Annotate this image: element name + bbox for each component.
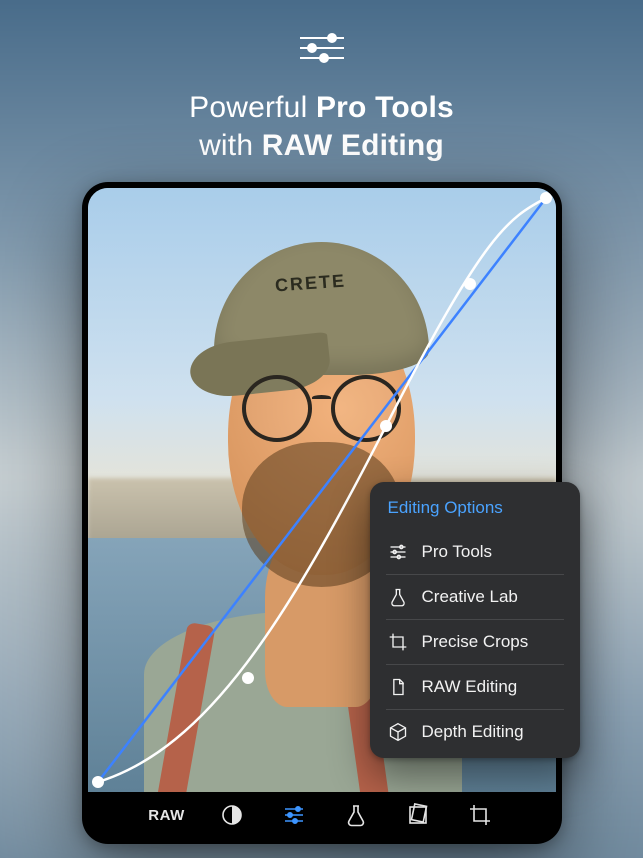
option-precise-crops[interactable]: Precise Crops [386,619,564,664]
flask-icon [344,803,368,827]
option-label: Pro Tools [422,542,493,562]
option-label: Precise Crops [422,632,529,652]
headline-bold: RAW Editing [262,129,444,162]
crop-icon [388,632,408,652]
curve-node[interactable] [380,420,392,432]
sliders-icon [294,28,350,73]
bottom-toolbar: RAW [88,792,556,838]
popover-title: Editing Options [386,494,564,530]
headline-text: Powerful [189,91,316,124]
document-icon [388,677,408,697]
sliders-icon [282,803,306,827]
headline-bold: Pro Tools [316,91,454,124]
filters-button[interactable] [217,800,247,830]
headline: Powerful Pro Tools with RAW Editing [0,89,643,164]
crop-icon [468,803,492,827]
device-frame: CRETE RAW [82,182,562,844]
adjust-sliders-button[interactable] [279,800,309,830]
raw-button[interactable]: RAW [148,800,185,830]
curve-node[interactable] [540,192,552,204]
lab-button[interactable] [341,800,371,830]
headline-text: with [199,129,262,162]
marketing-header: Powerful Pro Tools with RAW Editing [0,0,643,164]
sliders-icon [388,542,408,562]
curve-node[interactable] [92,776,104,788]
option-creative-lab[interactable]: Creative Lab [386,574,564,619]
curve-node[interactable] [242,672,254,684]
transform-button[interactable] [403,800,433,830]
flask-icon [388,587,408,607]
transform-icon [406,803,430,827]
crop-button[interactable] [465,800,495,830]
curve-node[interactable] [464,278,476,290]
cube-icon [388,722,408,742]
option-raw-editing[interactable]: RAW Editing [386,664,564,709]
raw-label: RAW [148,807,185,824]
option-label: RAW Editing [422,677,518,697]
option-label: Depth Editing [422,722,524,742]
option-label: Creative Lab [422,587,518,607]
option-pro-tools[interactable]: Pro Tools [386,530,564,574]
editing-options-popover: Editing Options Pro Tools Creative Lab P… [370,482,580,758]
option-depth-editing[interactable]: Depth Editing [386,709,564,754]
half-circle-icon [220,803,244,827]
